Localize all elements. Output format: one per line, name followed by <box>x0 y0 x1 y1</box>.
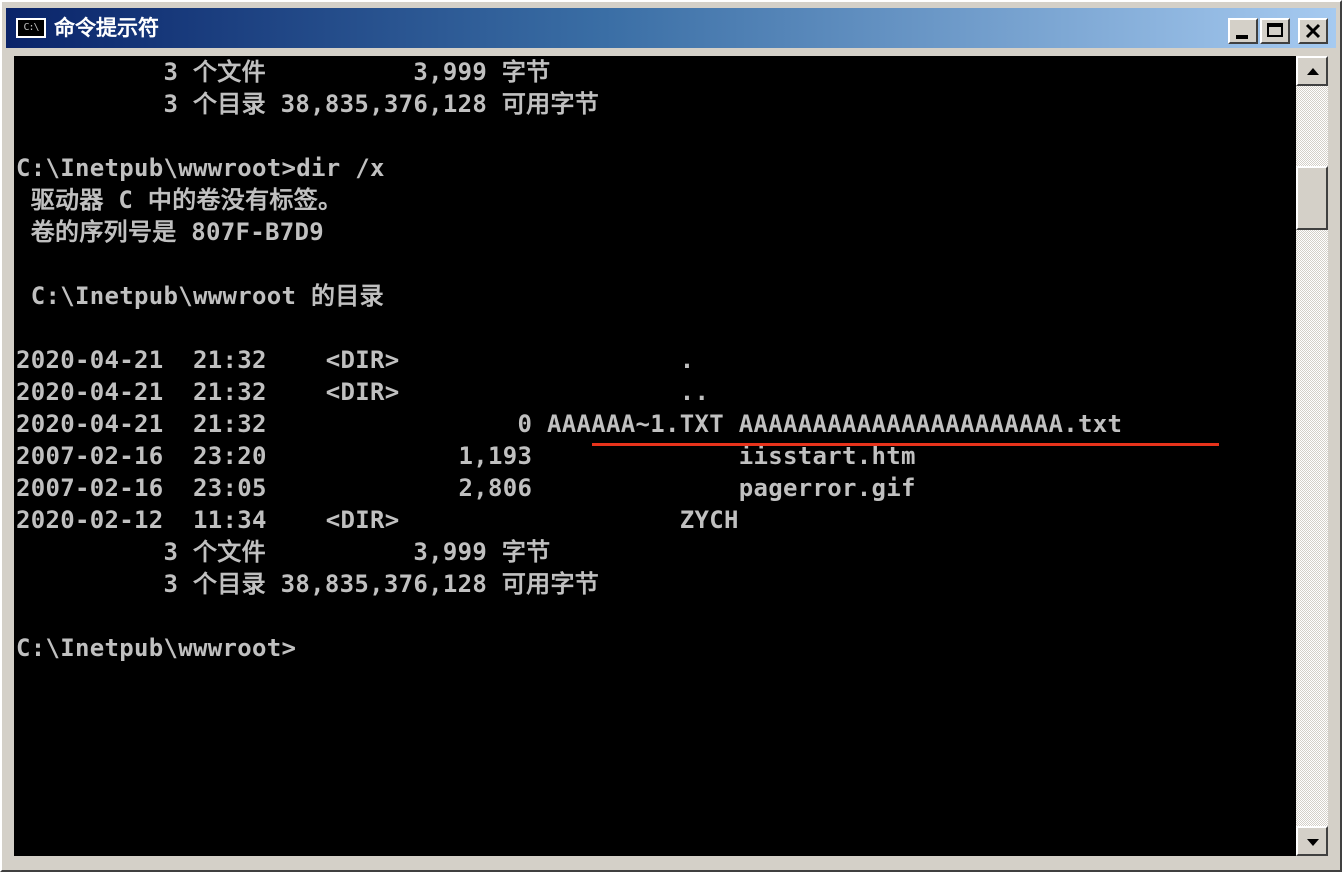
scroll-up-button[interactable] <box>1296 56 1328 86</box>
console-line: 3 个文件 3,999 字节 <box>16 538 551 566</box>
window-title: 命令提示符 <box>54 16 159 40</box>
vertical-scrollbar[interactable] <box>1296 56 1328 856</box>
console-line: 2020-04-21 21:32 0 AAAAAA~1.TXT AAAAAAAA… <box>16 410 1123 438</box>
console-line: 2020-02-12 11:34 <DIR> ZYCH <box>16 506 739 534</box>
console-line: C:\Inetpub\wwwroot>dir /x <box>16 154 385 182</box>
annotation-underline <box>592 443 1219 446</box>
console-line: 3 个文件 3,999 字节 <box>16 58 551 86</box>
arrow-up-icon <box>1307 68 1319 75</box>
console-line: C:\Inetpub\wwwroot 的目录 <box>16 282 384 310</box>
close-button[interactable] <box>1298 18 1328 44</box>
console-line: 3 个目录 38,835,376,128 可用字节 <box>16 570 600 598</box>
maximize-button[interactable] <box>1260 18 1290 44</box>
scroll-down-button[interactable] <box>1296 826 1328 856</box>
console-line: 2020-04-21 21:32 <DIR> .. <box>16 378 710 406</box>
title-bar[interactable]: C:\ 命令提示符 <box>6 8 1336 48</box>
cmd-icon[interactable]: C:\ <box>16 18 46 38</box>
minimize-icon <box>1236 35 1248 39</box>
minimize-button[interactable] <box>1228 18 1258 44</box>
console-line: C:\Inetpub\wwwroot> <box>16 634 297 662</box>
console-line: 3 个目录 38,835,376,128 可用字节 <box>16 90 600 118</box>
maximize-icon <box>1267 23 1283 37</box>
console-line: 卷的序列号是 807F-B7D9 <box>16 218 325 246</box>
arrow-down-icon <box>1307 839 1319 846</box>
console-line: 2007-02-16 23:05 2,806 pagerror.gif <box>16 474 916 502</box>
console-window: C:\ 命令提示符 3 个文件 3,999 字节 3 个目录 38,835,37… <box>0 0 1342 872</box>
console-output[interactable]: 3 个文件 3,999 字节 3 个目录 38,835,376,128 可用字节… <box>14 56 1296 856</box>
console-line: 2020-04-21 21:32 <DIR> . <box>16 346 695 374</box>
scroll-thumb[interactable] <box>1296 166 1328 230</box>
close-icon <box>1305 23 1321 39</box>
console-line: 驱动器 C 中的卷没有标签。 <box>16 186 343 214</box>
